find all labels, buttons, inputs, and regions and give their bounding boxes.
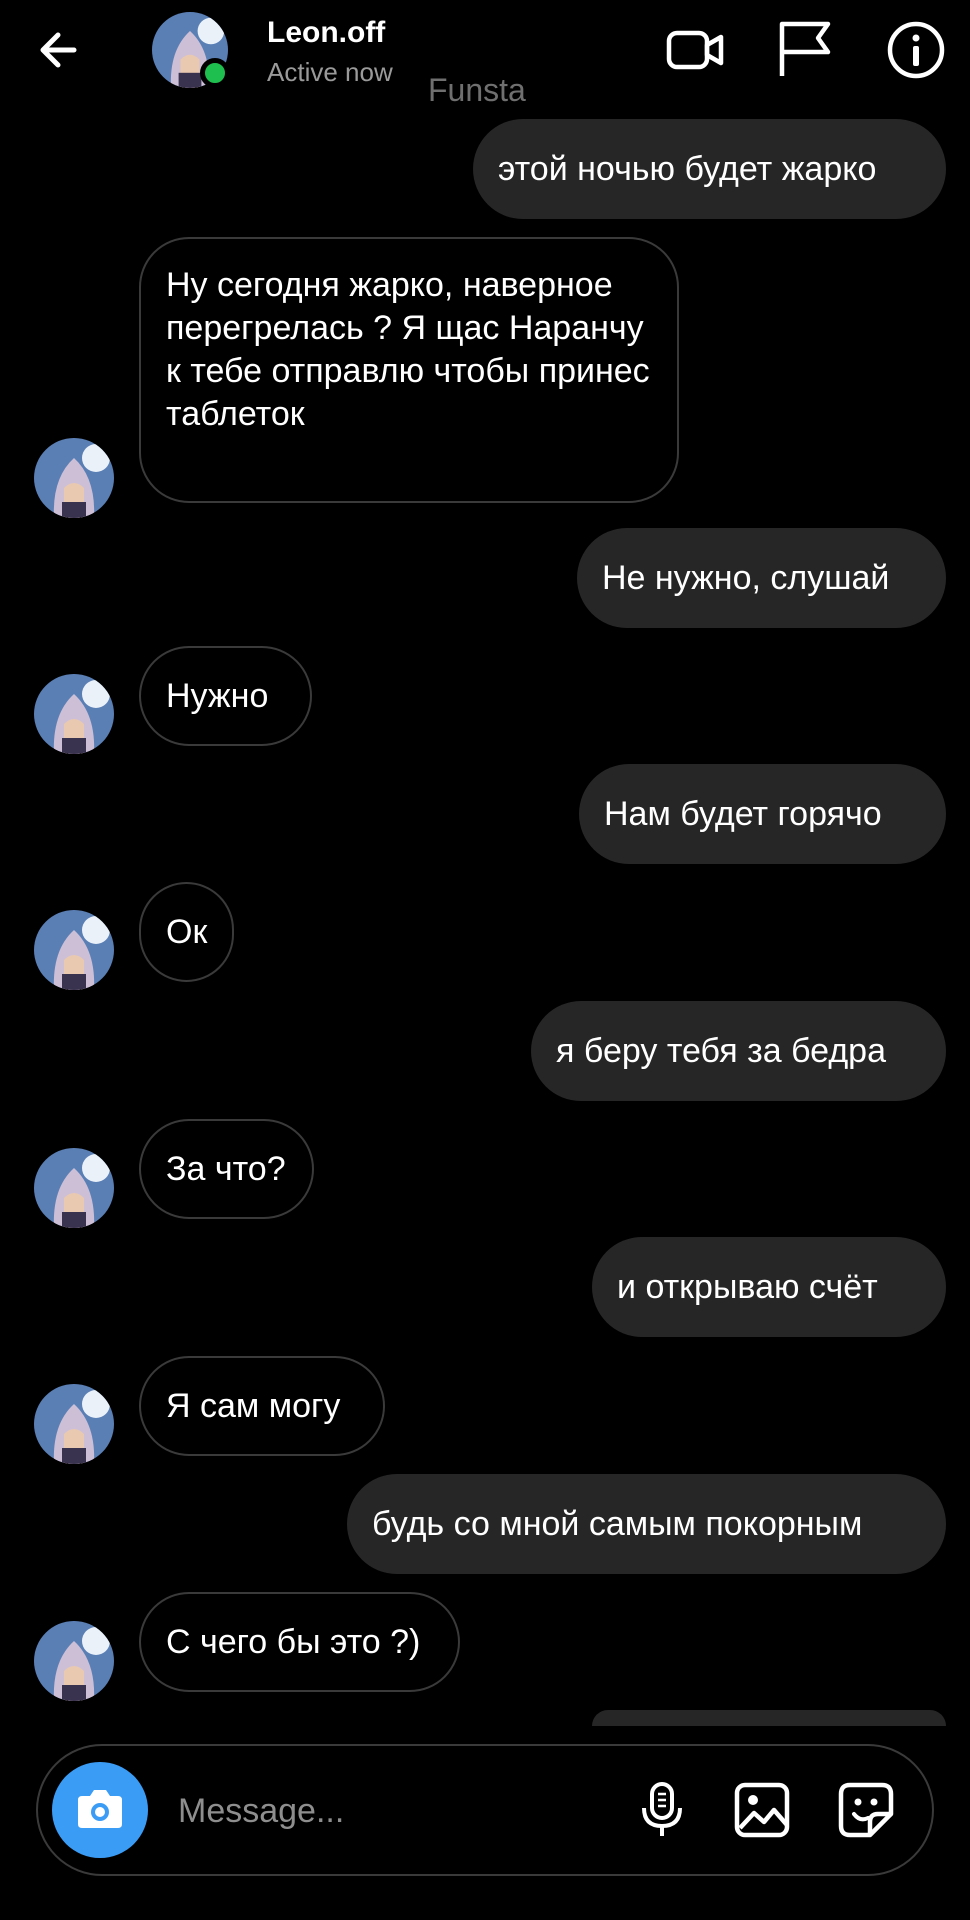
message-sent[interactable]: я беру тебя за бедра <box>531 1001 946 1101</box>
back-arrow-icon[interactable] <box>30 20 90 80</box>
flag-icon[interactable] <box>772 18 836 82</box>
sender-avatar[interactable] <box>34 1148 114 1228</box>
message-sent[interactable]: Не нужно, слушай <box>577 528 946 628</box>
microphone-icon[interactable] <box>632 1780 692 1840</box>
message-input[interactable] <box>176 1780 600 1842</box>
message-sent[interactable]: этой ночью будет жарко <box>473 119 946 219</box>
sender-avatar[interactable] <box>34 674 114 754</box>
message-sent[interactable]: будь со мной самым покорным <box>347 1474 946 1574</box>
info-icon[interactable] <box>884 18 948 82</box>
message-received[interactable]: Нужно <box>139 646 312 746</box>
message-received[interactable]: Ну сегодня жарко, наверное перегрелась ?… <box>139 237 679 503</box>
contact-name[interactable]: Leon.off <box>267 16 385 50</box>
camera-button[interactable] <box>52 1762 148 1858</box>
message-sent[interactable]: и открываю счёт <box>592 1237 946 1337</box>
header-subtitle: Funsta <box>428 72 526 108</box>
message-sent[interactable]: Нам будет горячо <box>579 764 946 864</box>
sender-avatar[interactable] <box>34 910 114 990</box>
video-call-icon[interactable] <box>664 18 728 82</box>
message-received[interactable]: Я сам могу <box>139 1356 385 1456</box>
message-received[interactable]: Ок <box>139 882 234 982</box>
chat-header: Leon.off Active now Funsta <box>0 0 970 110</box>
online-status-dot <box>200 58 230 88</box>
sender-avatar[interactable] <box>34 1621 114 1701</box>
sender-avatar[interactable] <box>34 1384 114 1464</box>
sticker-icon[interactable] <box>836 1780 896 1840</box>
message-received[interactable]: С чего бы это ?) <box>139 1592 460 1692</box>
message-sent-partial[interactable] <box>592 1710 946 1726</box>
sender-avatar[interactable] <box>34 438 114 518</box>
message-received[interactable]: За что? <box>139 1119 314 1219</box>
camera-icon <box>78 1790 122 1828</box>
gallery-icon[interactable] <box>732 1780 792 1840</box>
activity-status: Active now <box>267 57 393 87</box>
